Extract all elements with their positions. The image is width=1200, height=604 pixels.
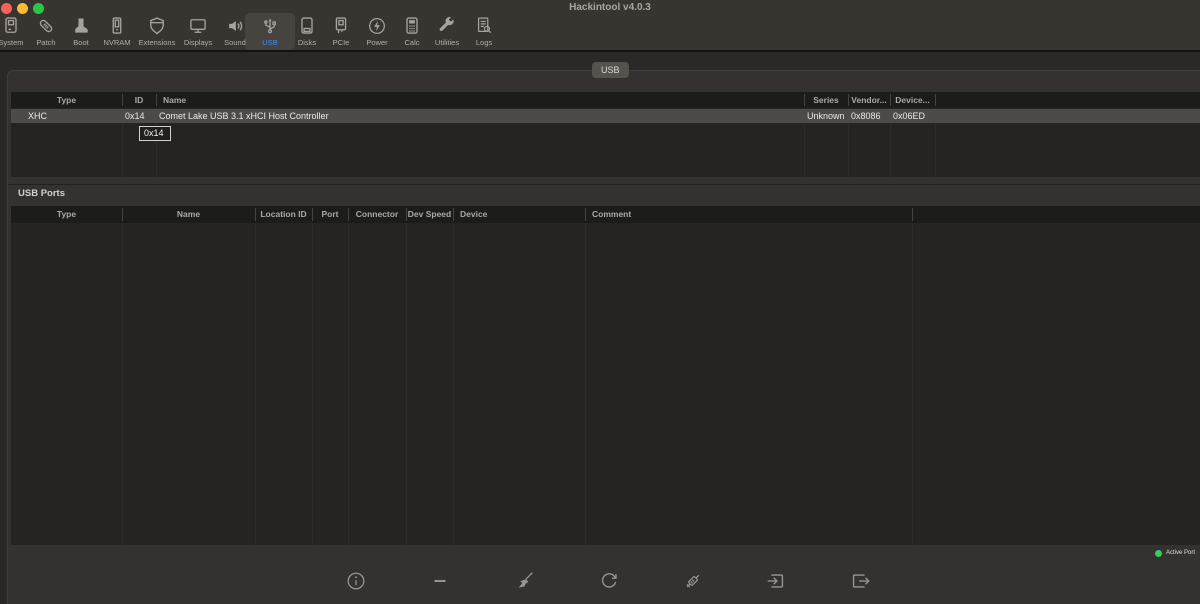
clear-icon [514, 570, 538, 592]
column-header-dev-speed[interactable]: Dev Speed [406, 206, 453, 223]
power-bolt-icon [367, 16, 387, 36]
toolbar-item-label: USB [262, 38, 278, 47]
refresh-icon [598, 570, 622, 592]
column-divider[interactable] [912, 208, 913, 221]
remove-button[interactable] [429, 569, 453, 593]
column-divider [348, 223, 349, 545]
toolbar-divider [0, 50, 1200, 52]
column-divider[interactable] [585, 208, 586, 221]
column-header-id[interactable]: ID [122, 92, 156, 108]
usb-ports-table: Type Name Location ID Port Connector Dev… [11, 206, 1200, 545]
classic-mac-icon [1, 16, 21, 36]
column-divider[interactable] [255, 208, 256, 221]
usb-controllers-table: Type ID Name Series Vendor... Device... … [11, 92, 1200, 177]
usb-ports-section-title: USB Ports [18, 188, 65, 199]
wrench-icon [437, 16, 457, 36]
speaker-icon [225, 16, 245, 36]
hard-drive-icon [297, 16, 317, 36]
toolbar-item-label: Extensions [138, 38, 176, 47]
toolbar-item-label: PCIe [332, 38, 350, 47]
info-icon [345, 570, 369, 592]
column-header-port[interactable]: Port [312, 206, 348, 223]
column-divider[interactable] [312, 208, 313, 221]
calculator-icon [402, 16, 422, 36]
column-header-connector[interactable]: Connector [348, 206, 406, 223]
toolbar-item-label: Sound [224, 38, 246, 47]
import-button[interactable] [765, 569, 789, 593]
section-divider [8, 184, 1200, 185]
column-divider[interactable] [453, 208, 454, 221]
toolbar-item-label: NVRAM [103, 38, 131, 47]
inject-button[interactable] [682, 569, 706, 593]
column-divider[interactable] [156, 94, 157, 106]
column-divider[interactable] [935, 94, 936, 106]
column-divider[interactable] [406, 208, 407, 221]
toolbar-item-label: Disks [297, 38, 317, 47]
table-row[interactable]: XHC 0x14 Comet Lake USB 3.1 xHCI Host Co… [11, 109, 1200, 123]
ports-table-header: Type Name Location ID Port Connector Dev… [11, 206, 1200, 223]
cell-series: Unknown [807, 111, 845, 121]
column-divider [453, 223, 454, 545]
tab-usb[interactable]: USB [592, 62, 629, 78]
pci-card-icon [331, 16, 351, 36]
boot-icon [71, 16, 91, 36]
controllers-table-header: Type ID Name Series Vendor... Device... [11, 92, 1200, 108]
column-header-vendor[interactable]: Vendor... [848, 92, 890, 108]
hackintool-window: Hackintool v4.0.3 System Patch Boot NVRA… [0, 0, 1200, 604]
export-icon [849, 570, 873, 592]
cell-device: 0x06ED [893, 111, 926, 121]
memory-stick-icon [107, 16, 127, 36]
column-header-device[interactable]: Device... [890, 92, 935, 108]
column-header-location-id[interactable]: Location ID [255, 206, 312, 223]
toolbar-item-label: Patch [36, 38, 56, 47]
toolbar-item-label: Displays [183, 38, 213, 47]
toolbar-item-logs[interactable]: Logs [459, 13, 509, 50]
shield-icon [147, 16, 167, 36]
window-chrome: Hackintool v4.0.3 System Patch Boot NVRA… [0, 0, 1200, 50]
bandage-icon [36, 16, 56, 36]
column-divider [406, 223, 407, 545]
active-port-indicator [1155, 550, 1162, 557]
column-divider [312, 223, 313, 545]
id-edit-field[interactable]: 0x14 [139, 126, 171, 141]
column-header-comment[interactable]: Comment [592, 206, 631, 223]
cell-type: XHC [28, 111, 48, 121]
column-header-device[interactable]: Device [460, 206, 487, 223]
column-header-name[interactable]: Name [163, 92, 186, 108]
column-divider[interactable] [804, 94, 805, 106]
column-divider [585, 223, 586, 545]
column-divider[interactable] [890, 94, 891, 106]
cell-name: Comet Lake USB 3.1 xHCI Host Controller [159, 111, 329, 121]
usb-icon [260, 16, 280, 36]
column-divider[interactable] [348, 208, 349, 221]
monitor-icon [188, 16, 208, 36]
column-divider [255, 223, 256, 545]
column-header-type[interactable]: Type [11, 206, 122, 223]
toolbar-item-label: Utilities [434, 38, 460, 47]
column-divider [122, 223, 123, 545]
cell-id: 0x14 [125, 111, 145, 121]
inject-icon [682, 570, 706, 592]
import-icon [765, 570, 789, 592]
refresh-button[interactable] [598, 569, 622, 593]
toolbar-item-label: Boot [73, 38, 89, 47]
column-divider [912, 223, 913, 545]
column-divider[interactable] [122, 94, 123, 106]
column-divider[interactable] [848, 94, 849, 106]
toolbar-item-label: Power [366, 38, 388, 47]
column-header-series[interactable]: Series [804, 92, 848, 108]
clear-button[interactable] [514, 569, 538, 593]
log-file-icon [474, 16, 494, 36]
toolbar-item-label: Calc [404, 38, 420, 47]
column-divider[interactable] [122, 208, 123, 221]
export-button[interactable] [849, 569, 873, 593]
toolbar-item-label: System [0, 38, 24, 47]
remove-icon [429, 570, 453, 592]
active-port-label: Active Port [1166, 550, 1196, 556]
info-button[interactable] [345, 569, 369, 593]
column-header-type[interactable]: Type [11, 92, 122, 108]
cell-vendor: 0x8086 [851, 111, 881, 121]
toolbar-item-label: Logs [475, 38, 493, 47]
column-header-name[interactable]: Name [122, 206, 255, 223]
